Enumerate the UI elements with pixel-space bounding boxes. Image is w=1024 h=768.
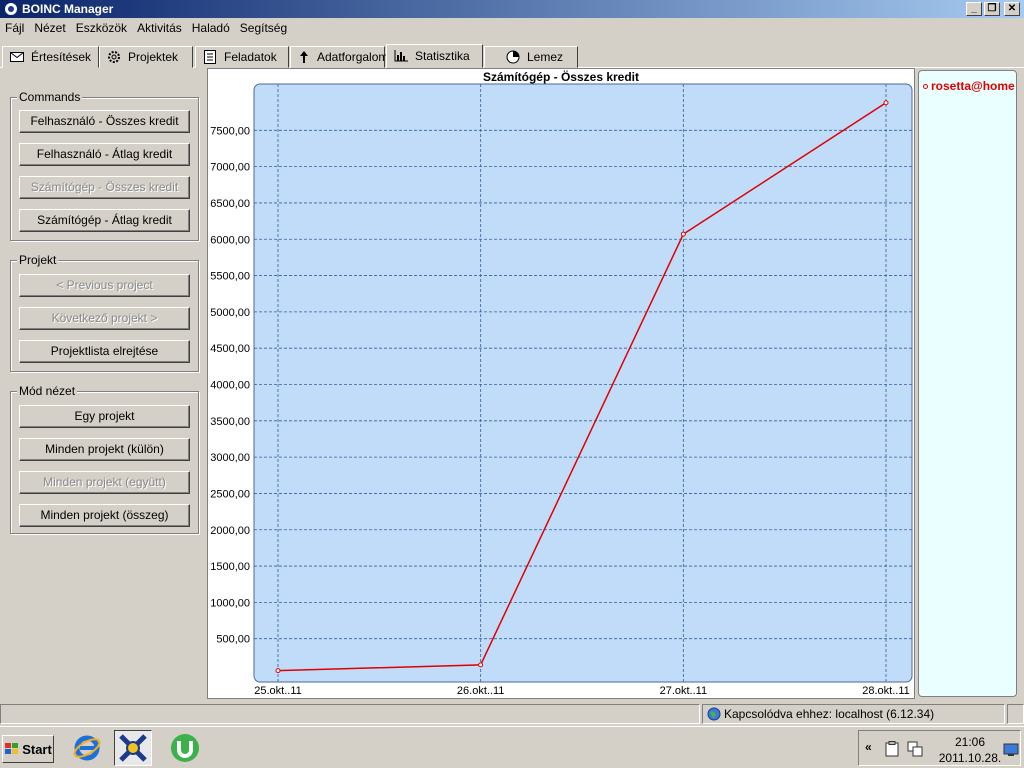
tab-tasks[interactable]: Feladatok [195, 46, 289, 68]
mode-view-group-label: Mód nézet [17, 384, 78, 398]
commands-group-label: Commands [17, 90, 83, 104]
previous-project-button[interactable]: < Previous project [19, 274, 190, 297]
y-tick-label: 6500,00 [210, 198, 250, 210]
tab-projects[interactable]: Projektek [99, 46, 193, 68]
hide-project-list-button[interactable]: Projektlista elrejtése [19, 340, 190, 363]
x-tick-label: 26.okt..11 [457, 685, 505, 697]
chart-title: Számítógép - Összes kredit [483, 69, 639, 84]
system-tray: « 21:06 2011.10.28. [858, 730, 1021, 766]
document-icon [202, 50, 218, 64]
bar-chart-icon [393, 49, 409, 63]
status-bar: Kapcsolódva ehhez: localhost (6.12.34) [0, 704, 1024, 724]
project-group-label: Projekt [17, 253, 59, 267]
menu-activity[interactable]: Aktivitás [132, 21, 187, 35]
menu-view[interactable]: Nézet [29, 21, 70, 35]
y-tick-label: 6000,00 [210, 234, 250, 246]
legend-marker [923, 83, 928, 89]
y-tick-label: 2500,00 [210, 488, 250, 500]
connection-status: Kapcsolódva ehhez: localhost (6.12.34) [702, 704, 1005, 724]
envelope-icon [9, 50, 25, 64]
tab-disk[interactable]: Lemez [484, 46, 578, 68]
y-tick-label: 3000,00 [210, 452, 250, 464]
title-bar: BOINC Manager _ ❐ ✕ [0, 0, 1024, 18]
clock-time[interactable]: 21:06 [945, 735, 995, 749]
data-point [680, 231, 686, 237]
user-average-credit-button[interactable]: Felhasználó - Átlag kredit [19, 143, 190, 166]
project-legend: rosetta@home [918, 70, 1017, 697]
plot-area [253, 83, 913, 683]
utorrent-icon[interactable] [166, 730, 204, 766]
resize-grip[interactable] [1007, 704, 1024, 724]
left-panel: Commands Felhasználó - Összes kredit Fel… [0, 68, 206, 700]
y-tick-label: 3500,00 [210, 416, 250, 428]
tab-notices[interactable]: Értesítések [2, 46, 99, 68]
chart-pane: Számítógép - Összes kredit 500,00 1000,00 1… [207, 68, 915, 699]
menu-help[interactable]: Segítség [235, 21, 292, 35]
globe-icon [707, 707, 721, 721]
tab-statistics[interactable]: Statisztika [386, 44, 483, 68]
next-project-button[interactable]: Következő projekt > [19, 307, 190, 330]
show-hidden-icons-button[interactable]: « [865, 740, 872, 754]
mode-view-group: Mód nézet Egy projekt Minden projekt (kü… [10, 384, 199, 534]
clipboard-icon[interactable] [885, 741, 899, 757]
y-tick-label: 4500,00 [210, 343, 250, 355]
x-tick-label: 27.okt..11 [660, 685, 708, 697]
y-tick-label: 500,00 [216, 634, 250, 646]
tab-transfers[interactable]: Adatforgalom [290, 46, 388, 68]
internet-explorer-icon[interactable] [68, 730, 106, 766]
project-group: Projekt < Previous project Következő pro… [10, 253, 199, 372]
host-total-credit-button[interactable]: Számítógép - Összes kredit [19, 176, 190, 199]
one-project-button[interactable]: Egy projekt [19, 405, 190, 428]
show-desktop-icon[interactable] [1003, 743, 1019, 757]
menu-bar: Fájl Nézet Eszközök Aktivitás Haladó Seg… [0, 18, 1024, 38]
commands-group: Commands Felhasználó - Összes kredit Fel… [10, 90, 199, 241]
taskbar: Start « 21:06 2011.10.28. [0, 726, 1024, 768]
connection-status-text: Kapcsolódva ehhez: localhost (6.12.34) [724, 707, 935, 721]
menu-tools[interactable]: Eszközök [71, 21, 132, 35]
user-total-credit-button[interactable]: Felhasználó - Összes kredit [19, 110, 190, 133]
close-button[interactable]: ✕ [1004, 2, 1020, 16]
y-tick-label: 7500,00 [210, 125, 250, 137]
clock-date[interactable]: 2011.10.28. [935, 751, 1005, 765]
host-average-credit-button[interactable]: Számítógép - Átlag kredit [19, 209, 190, 232]
start-button[interactable]: Start [2, 735, 54, 763]
status-left-segment [0, 704, 700, 724]
menu-advanced[interactable]: Haladó [187, 21, 235, 35]
y-tick-label: 5500,00 [210, 271, 250, 283]
all-projects-together-button[interactable]: Minden projekt (együtt) [19, 471, 190, 494]
minimize-button[interactable]: _ [966, 2, 982, 16]
y-tick-label: 1000,00 [210, 597, 250, 609]
window-title: BOINC Manager [22, 2, 114, 16]
y-tick-label: 5000,00 [210, 307, 250, 319]
y-tick-label: 1500,00 [210, 561, 250, 573]
boinc-icon[interactable] [114, 730, 152, 766]
data-point [275, 668, 281, 674]
disk-icon [505, 50, 521, 64]
x-tick-label: 25.okt..11 [254, 685, 302, 697]
all-projects-separate-button[interactable]: Minden projekt (külön) [19, 438, 190, 461]
data-point [478, 662, 484, 668]
data-point [883, 100, 889, 106]
credit-chart: Számítógép - Összes kredit 500,00 1000,00 1… [210, 69, 913, 697]
network-icon[interactable] [907, 741, 923, 757]
y-tick-label: 7000,00 [210, 162, 250, 174]
legend-label: rosetta@home [931, 79, 1015, 93]
all-projects-sum-button[interactable]: Minden projekt (összeg) [19, 504, 190, 527]
restore-button[interactable]: ❐ [984, 2, 1000, 16]
y-tick-label: 4000,00 [210, 380, 250, 392]
x-tick-label: 28.okt..11 [862, 685, 910, 697]
boinc-app-icon [5, 3, 17, 15]
menu-file[interactable]: Fájl [0, 21, 29, 35]
tab-bar: Értesítések Projektek Feladatok Adatforg… [0, 44, 1024, 68]
transfer-icon [297, 50, 311, 64]
gear-icon [106, 50, 122, 64]
windows-logo-icon [5, 743, 19, 754]
y-tick-label: 2000,00 [210, 525, 250, 537]
legend-item-rosetta[interactable]: rosetta@home [923, 79, 1015, 93]
